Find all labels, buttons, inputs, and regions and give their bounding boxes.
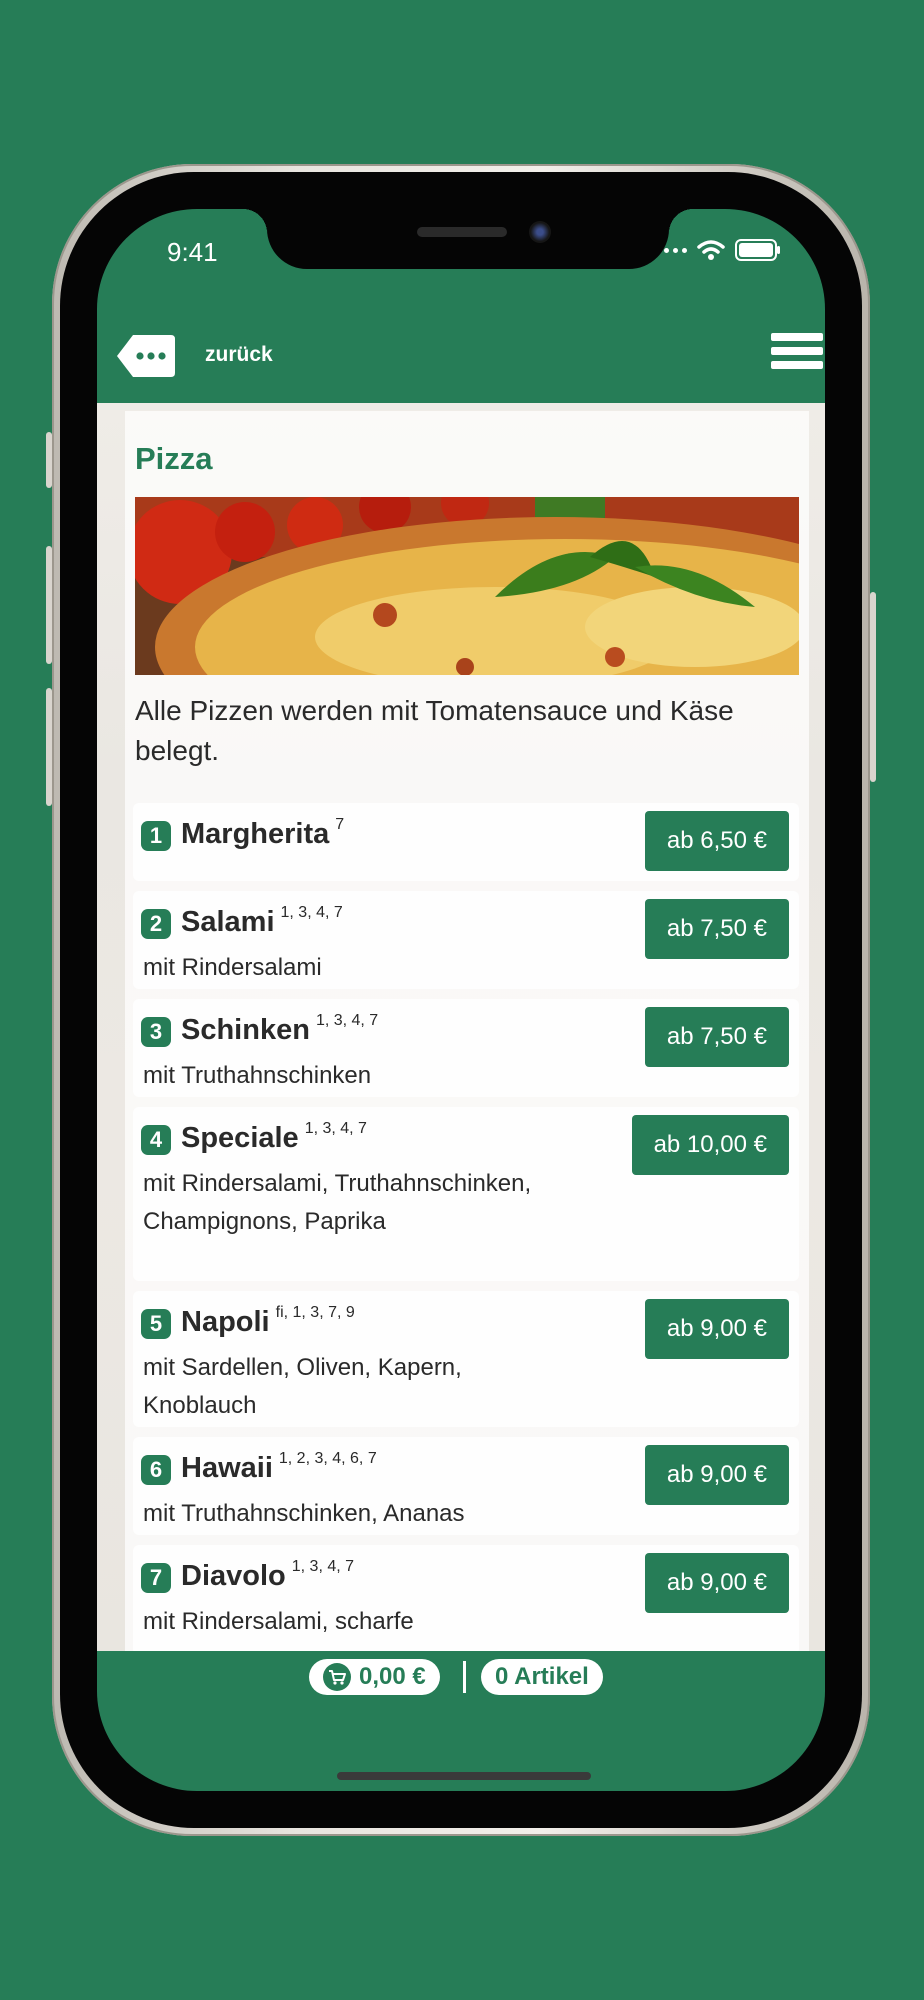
menu-item[interactable]: 7 Diavolo 1, 3, 4, 7 mit Rindersalami, sc…	[133, 1545, 799, 1651]
allergen-codes: 1, 3, 4, 7	[291, 1558, 355, 1575]
cart-count-pill[interactable]: 0 Artikel	[481, 1659, 603, 1695]
category-intro: Alle Pizzen werden mit Tomatensauce und …	[135, 695, 734, 766]
cart-total: 0,00 €	[359, 1663, 426, 1690]
cart-bar: 0,00 € 0 Artikel	[97, 1651, 825, 1791]
item-name: Speciale 1, 3, 4, 7	[181, 1120, 367, 1155]
price-button[interactable]: ab 6,50 €	[644, 811, 789, 871]
status-icons	[655, 239, 781, 261]
cart-total-pill[interactable]: 0,00 €	[309, 1659, 440, 1695]
item-name: Salami 1, 3, 4, 7	[181, 904, 343, 939]
menu-item[interactable]: 5 Napoli fi, 1, 3, 7, 9 mit Sardellen, Ol…	[133, 1291, 799, 1427]
category-title: Pizza	[135, 441, 213, 476]
allergen-codes: 1, 3, 4, 7	[315, 1012, 379, 1029]
item-number-badge: 6	[141, 1455, 171, 1485]
item-name: Hawaii 1, 2, 3, 4, 6, 7	[181, 1450, 377, 1485]
back-dots-icon[interactable]	[115, 333, 177, 379]
item-number-badge: 1	[141, 821, 171, 851]
menu-item[interactable]: 3 Schinken 1, 3, 4, 7 mit Truthahnschinke…	[133, 999, 799, 1097]
volume-up-button	[46, 546, 52, 664]
status-time: 9:41	[167, 237, 218, 267]
item-name: Schinken 1, 3, 4, 7	[181, 1012, 378, 1047]
cart-icon	[323, 1663, 351, 1691]
item-description: mit Truthahnschinken, Ananas	[143, 1500, 465, 1527]
item-name: Margherita 7	[181, 816, 344, 851]
allergen-codes: fi, 1, 3, 7, 9	[275, 1304, 355, 1321]
back-label[interactable]: zurück	[205, 343, 273, 367]
home-indicator	[337, 1772, 591, 1780]
menu-item[interactable]: 6 Hawaii 1, 2, 3, 4, 6, 7 mit Truthahnsch…	[133, 1437, 799, 1535]
category-card: Pizza Alle Pizzen werden mit Tomatensauc…	[125, 411, 809, 1651]
item-description: mit Sardellen, Oliven, Kapern, Knoblauch	[143, 1354, 462, 1419]
item-number-badge: 7	[141, 1563, 171, 1593]
battery-icon	[735, 239, 780, 261]
cart-separator	[463, 1661, 466, 1693]
item-name: Napoli fi, 1, 3, 7, 9	[181, 1304, 355, 1339]
mute-switch	[46, 432, 52, 488]
item-name-text: Schinken	[181, 1014, 310, 1046]
item-description: mit Rindersalami, scharfe	[143, 1608, 414, 1635]
price-button[interactable]: ab 10,00 €	[631, 1115, 789, 1175]
power-button	[870, 592, 876, 782]
item-number-badge: 2	[141, 909, 171, 939]
item-name-text: Salami	[181, 906, 275, 938]
item-name-text: Speciale	[181, 1122, 299, 1154]
menu-item[interactable]: 2 Salami 1, 3, 4, 7 mit Rindersalami ab 7…	[133, 891, 799, 989]
item-name-text: Margherita	[181, 818, 330, 850]
phone-frame: 9:41 zurück Pizza Alle Pizzen werden mit…	[46, 164, 876, 1836]
menu-item[interactable]: 1 Margherita 7 ab 6,50 €	[133, 803, 799, 881]
price-button[interactable]: ab 9,00 €	[644, 1299, 789, 1359]
item-description: mit Rindersalami, Truthahnschinken, Cham…	[143, 1170, 532, 1235]
allergen-codes: 1, 3, 4, 7	[280, 904, 343, 921]
app-header: zurück	[97, 289, 825, 403]
item-number-badge: 3	[141, 1017, 171, 1047]
menu-item[interactable]: 4 Speciale 1, 3, 4, 7 mit Rindersalami, T…	[133, 1107, 799, 1281]
allergen-codes: 1, 3, 4, 7	[304, 1120, 367, 1137]
phone-bezel: 9:41 zurück Pizza Alle Pizzen werden mit…	[60, 172, 862, 1828]
allergen-codes: 1, 2, 3, 4, 6, 7	[278, 1450, 377, 1467]
front-camera	[529, 221, 551, 243]
item-description: mit Rindersalami	[143, 954, 322, 981]
item-name-text: Diavolo	[181, 1560, 286, 1592]
item-name-text: Napoli	[181, 1306, 270, 1338]
item-number-badge: 4	[141, 1125, 171, 1155]
price-button[interactable]: ab 9,00 €	[644, 1553, 789, 1613]
allergen-codes: 7	[335, 816, 345, 833]
item-description: mit Truthahnschinken	[143, 1062, 372, 1089]
item-name-text: Hawaii	[181, 1452, 273, 1484]
price-button[interactable]: ab 7,50 €	[644, 899, 789, 959]
price-button[interactable]: ab 9,00 €	[644, 1445, 789, 1505]
volume-down-button	[46, 688, 52, 806]
notch	[243, 209, 693, 269]
hamburger-menu-icon[interactable]	[771, 333, 823, 379]
item-number-badge: 5	[141, 1309, 171, 1339]
wifi-icon	[697, 240, 725, 260]
screen: 9:41 zurück Pizza Alle Pizzen werden mit…	[97, 209, 825, 1791]
cart-count: 0 Artikel	[495, 1663, 589, 1690]
content-area[interactable]: Pizza Alle Pizzen werden mit Tomatensauc…	[97, 403, 825, 1651]
price-button[interactable]: ab 7,50 €	[644, 1007, 789, 1067]
item-name: Diavolo 1, 3, 4, 7	[181, 1558, 354, 1593]
pizza-hero-image	[135, 497, 799, 675]
speaker	[417, 227, 507, 237]
